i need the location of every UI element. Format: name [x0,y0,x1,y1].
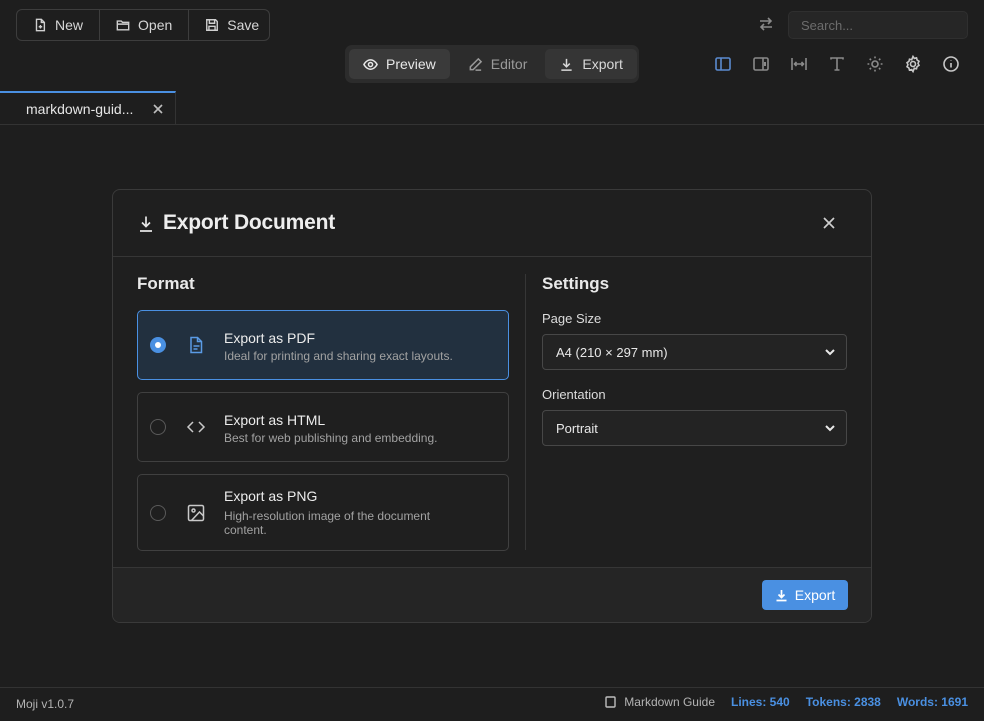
option-html-title: Export as HTML [224,412,326,428]
file-text-icon [186,335,206,355]
gear-icon[interactable] [902,53,924,75]
tab-export-label: Export [582,56,623,72]
option-html-desc: Best for web publishing and embedding. [224,431,438,445]
tab-preview-label: Preview [386,56,436,72]
floppy-icon [205,18,219,32]
export-dialog: Export Document Format Settings Export a… [112,189,872,623]
words-count: Words: 1691 [896,695,968,709]
tab-editor[interactable]: Editor [454,49,542,79]
tab-markdown-guide[interactable]: markdown-guid... [0,91,176,125]
dialog-title: Export Document [163,211,336,234]
export-button[interactable]: Export [762,580,848,610]
sidebar-right-icon[interactable] [750,53,772,75]
folder-icon [116,18,130,32]
document-indicator: Markdown Guide [605,695,715,709]
search-input[interactable] [788,11,968,39]
orientation-label: Orientation [542,387,606,402]
orientation-select[interactable]: Portrait [542,410,847,446]
page-size-value: A4 (210 × 297 mm) [556,344,668,360]
download-icon [775,589,788,602]
document-name: Markdown Guide [624,695,715,709]
radio-png[interactable] [150,505,166,521]
page-size-select[interactable]: A4 (210 × 297 mm) [542,334,847,370]
tab-editor-label: Editor [490,56,528,72]
document-icon [605,696,616,708]
radio-html[interactable] [150,419,166,435]
save-button[interactable]: Save [189,10,269,40]
tab-export[interactable]: Export [545,49,637,79]
sidebar-left-icon[interactable] [712,53,734,75]
open-label: Open [138,17,173,33]
file-tab-label: markdown-guid... [26,101,134,117]
typography-icon[interactable] [826,53,848,75]
page-size-label: Page Size [542,311,602,326]
open-button[interactable]: Open [100,10,190,40]
new-button[interactable]: New [17,10,101,40]
lines-count: Lines: 540 [731,695,790,709]
export-option-png[interactable]: Export as PNG High-resolution image of t… [137,474,509,551]
option-pdf-desc: Ideal for printing and sharing exact lay… [224,349,453,363]
dialog-footer: Export [113,567,871,622]
close-tab-icon[interactable] [153,104,163,114]
option-png-title: Export as PNG [224,488,318,504]
tab-bar-divider [0,124,984,125]
new-label: New [55,17,84,33]
option-pdf-title: Export as PDF [224,330,316,346]
column-divider [525,274,526,550]
file-actions-group: New Open Save [16,9,270,41]
image-icon [186,503,206,523]
dialog-header: Export Document [113,190,871,257]
code-icon [186,417,206,437]
info-icon[interactable] [940,53,962,75]
status-bar-stats: Markdown Guide Lines: 540 Tokens: 2838 W… [605,695,968,709]
tab-preview[interactable]: Preview [349,49,450,79]
width-icon[interactable] [788,53,810,75]
export-option-html[interactable]: Export as HTML Best for web publishing a… [137,392,509,462]
close-icon[interactable] [822,216,838,232]
orientation-value: Portrait [556,420,598,436]
eye-icon [363,57,378,72]
chevron-down-icon [824,346,836,358]
view-mode-tabs: Preview Editor Export [345,45,639,83]
file-plus-icon [33,18,47,32]
chevron-down-icon [824,422,836,434]
download-icon [559,57,574,72]
format-heading: Format [137,274,195,293]
radio-pdf[interactable] [150,337,166,353]
option-png-desc: High-resolution image of the document co… [224,509,431,537]
app-version: Moji v1.0.7 [16,697,75,711]
download-icon [138,215,154,233]
save-label: Save [227,17,260,33]
tokens-count: Tokens: 2838 [805,695,881,709]
sun-icon[interactable] [864,53,886,75]
filter-arrows-icon[interactable] [757,15,777,35]
status-bar-divider [0,687,984,688]
settings-heading: Settings [542,274,610,293]
pencil-icon [468,57,483,72]
export-button-label: Export [794,587,836,603]
export-option-pdf[interactable]: Export as PDF Ideal for printing and sha… [137,310,509,380]
